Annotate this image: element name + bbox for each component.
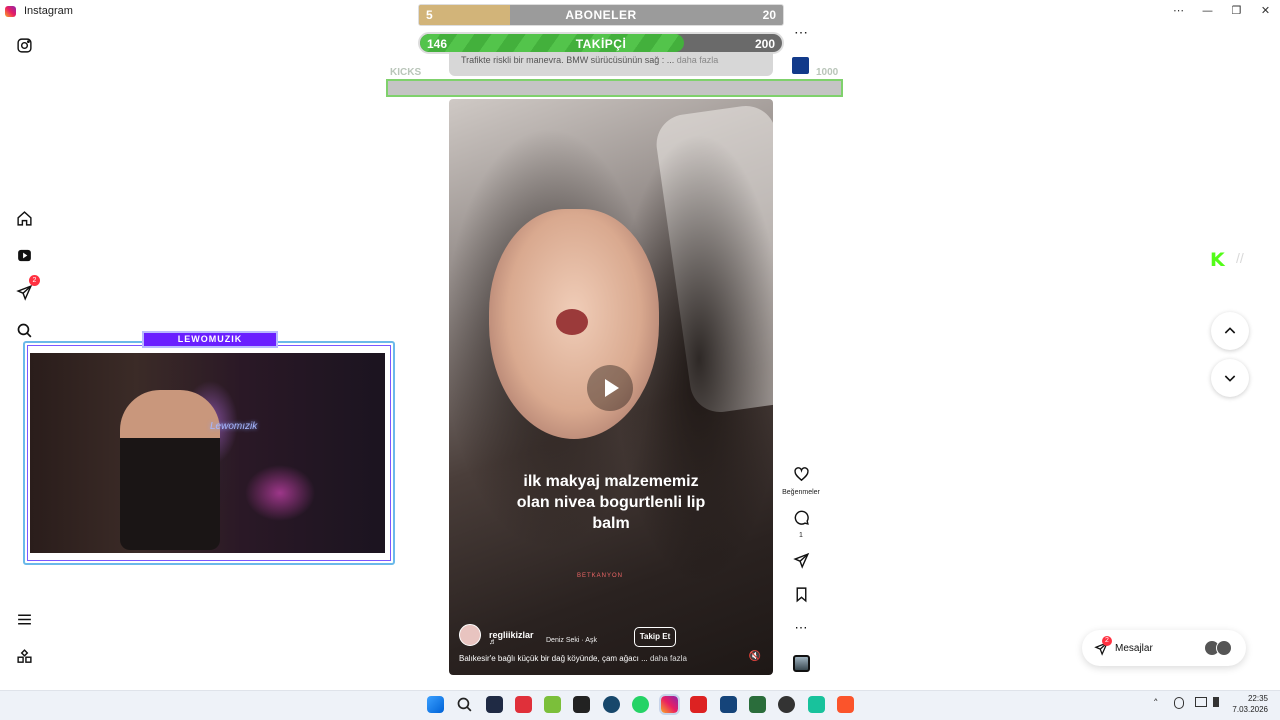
kicks-goal-target: 1000 — [816, 67, 839, 78]
messages-avatars — [1204, 640, 1232, 656]
window-title: Instagram — [24, 5, 73, 17]
window-menu-button[interactable]: ⋯ — [1164, 0, 1193, 22]
close-button[interactable]: ✕ — [1251, 0, 1280, 22]
kick-logo: K — [1210, 249, 1225, 271]
reels-icon[interactable] — [15, 246, 33, 264]
clock-time: 22:35 — [1247, 694, 1268, 703]
app-icon[interactable] — [808, 696, 825, 713]
reel-caption-more-link[interactable]: daha fazla — [650, 654, 687, 663]
subscriber-goal-bar: 5 ABONELER 20 — [418, 4, 784, 26]
whatsapp-icon[interactable] — [632, 696, 649, 713]
instagram-logo-icon[interactable] — [15, 36, 33, 54]
reel-lips — [556, 309, 588, 335]
kicks-goal-bar — [386, 79, 843, 97]
subscriber-goal-target: 20 — [762, 8, 776, 22]
likes-label: Beğenmeler — [782, 489, 820, 496]
follow-button[interactable]: Takip Et — [634, 627, 676, 647]
subscriber-goal-label: ABONELER — [565, 8, 637, 22]
microphone-icon[interactable] — [1174, 697, 1184, 709]
kick-logo-slash: // — [1236, 250, 1244, 266]
previous-reel-more-icon[interactable]: ⋯ — [794, 24, 809, 41]
tray-chevron-icon[interactable]: ˄ — [1153, 697, 1159, 710]
app-icon[interactable] — [690, 696, 707, 713]
audio-thumbnail-image — [792, 655, 810, 672]
clock-date: 7.03.2026 — [1232, 705, 1268, 714]
notifications-badge: 2 — [29, 275, 40, 286]
epic-games-icon[interactable] — [573, 696, 590, 713]
messages-badge: 2 — [1102, 636, 1112, 646]
instagram-taskbar-icon[interactable] — [659, 694, 680, 715]
previous-reel-caption: Trafikte riskli bir manevra. BMW sürücüs… — [449, 52, 773, 76]
bookmark-icon — [796, 587, 806, 603]
app-icon[interactable] — [778, 696, 795, 713]
system-clock[interactable]: 22:35 7.03.2026 — [1232, 693, 1268, 715]
save-button[interactable] — [780, 586, 822, 608]
music-note-icon: ♬ — [489, 637, 497, 646]
previous-reel-more-link[interactable]: daha fazla — [677, 55, 719, 65]
volume-icon[interactable] — [1213, 697, 1219, 707]
app-icon[interactable] — [486, 696, 503, 713]
brave-browser-icon[interactable] — [837, 696, 854, 713]
follower-goal-label: TAKİPÇİ — [575, 37, 627, 51]
reel-watermark: BETKANYON — [577, 573, 624, 579]
follower-goal-target: 200 — [754, 37, 775, 51]
avatar — [1216, 640, 1232, 656]
search-icon[interactable] — [15, 321, 33, 339]
reel-caption: Balıkesir'e bağlı küçük bir dağ köyünde,… — [459, 654, 749, 663]
share-button[interactable] — [780, 552, 822, 574]
webcam-person — [120, 390, 220, 550]
steam-icon[interactable] — [603, 696, 620, 713]
webcam-neon-sign: Lewomızik — [210, 421, 258, 432]
app-icon[interactable] — [515, 696, 532, 713]
play-icon[interactable] — [587, 365, 633, 411]
audio-thumbnail[interactable] — [780, 655, 822, 677]
reel-caption-text: Balıkesir'e bağlı küçük bir dağ köyünde,… — [459, 654, 648, 663]
comment-button[interactable]: 1 — [780, 509, 822, 539]
network-icon[interactable] — [1195, 697, 1207, 707]
home-icon[interactable] — [15, 209, 33, 227]
mute-icon[interactable]: 🔇 — [749, 651, 761, 662]
start-button-icon[interactable] — [427, 696, 444, 713]
reel-audio-title[interactable]: Deniz Seki · Aşk — [546, 637, 597, 644]
messages-label: Mesajlar — [1115, 642, 1153, 654]
next-reel-button[interactable] — [1211, 359, 1249, 397]
comment-icon — [794, 510, 809, 525]
window-controls: ⋯ — ❐ ✕ — [1164, 0, 1280, 22]
author-avatar[interactable] — [459, 624, 481, 646]
maximize-button[interactable]: ❐ — [1222, 0, 1251, 22]
also-from-meta-icon[interactable] — [15, 647, 33, 665]
search-taskbar-icon[interactable] — [456, 696, 473, 713]
like-button[interactable]: Beğenmeler — [780, 466, 822, 496]
previous-reel-audio-avatar[interactable] — [792, 57, 809, 74]
menu-icon[interactable] — [15, 610, 33, 628]
instagram-app-icon — [5, 5, 16, 17]
direct-messages-icon[interactable]: 2 — [15, 275, 40, 301]
app-icon[interactable] — [749, 696, 766, 713]
minimize-button[interactable]: — — [1193, 0, 1222, 22]
reel-overlay-text: ilk makyaj malzememiz olan nivea bogurtl… — [516, 473, 706, 532]
previous-reel-button[interactable] — [1211, 312, 1249, 350]
chevron-up-icon — [1224, 327, 1236, 334]
webcam-title: LEWOMUZIK — [142, 331, 278, 348]
chevron-down-icon — [1224, 375, 1236, 382]
share-icon — [792, 552, 809, 569]
messages-button[interactable]: 2 Mesajlar — [1082, 630, 1246, 666]
comments-count: 1 — [799, 532, 803, 539]
app-icon[interactable] — [720, 696, 737, 713]
previous-reel-caption-text: Trafikte riskli bir manevra. BMW sürücüs… — [461, 55, 675, 65]
app-icon[interactable] — [544, 696, 561, 713]
kicks-goal-label: KICKS — [390, 67, 422, 78]
heart-icon — [793, 467, 809, 482]
reel-video[interactable]: ilk makyaj malzememiz olan nivea bogurtl… — [449, 99, 773, 675]
more-options-icon[interactable]: ⋯ — [780, 620, 822, 636]
follower-goal-bar: 146 TAKİPÇİ 200 — [418, 32, 784, 54]
